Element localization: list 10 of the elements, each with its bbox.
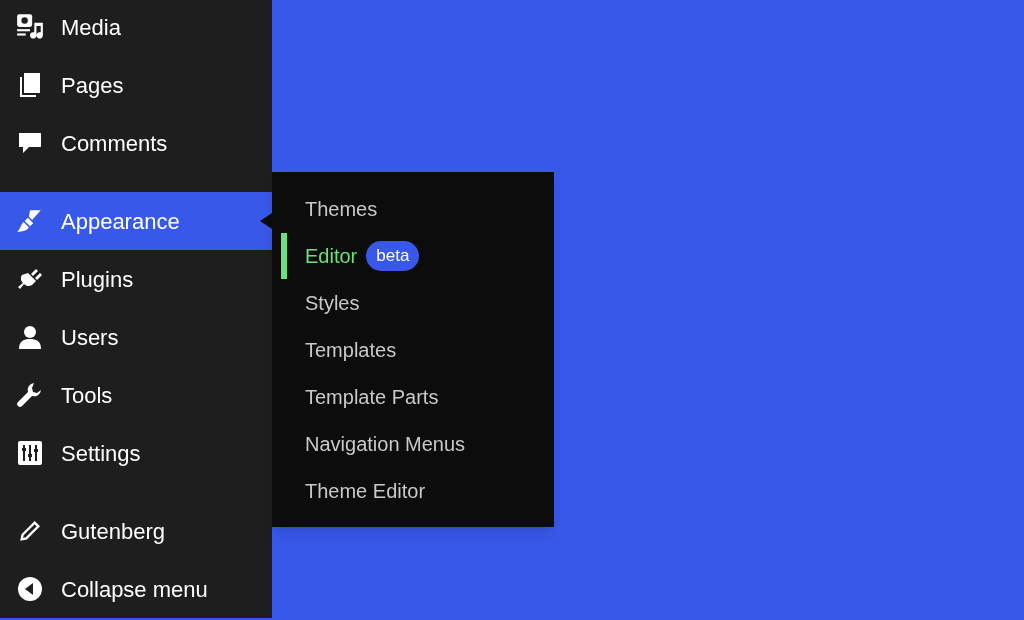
submenu-item[interactable]: Themes <box>305 193 378 224</box>
submenu-item[interactable]: Templates <box>305 334 397 365</box>
submenu-item[interactable]: Template Parts <box>305 381 439 412</box>
submenu-item[interactable]: Theme Editor <box>305 475 426 506</box>
submenu-item[interactable]: Navigation Menus <box>305 428 466 459</box>
badge: beta <box>366 240 420 271</box>
submenu-item[interactable]: Styles <box>305 287 360 318</box>
submenu-item[interactable]: Editor <box>305 240 358 271</box>
active-indicator-bar <box>281 233 287 279</box>
menu-item[interactable]: Appearance <box>0 192 272 250</box>
